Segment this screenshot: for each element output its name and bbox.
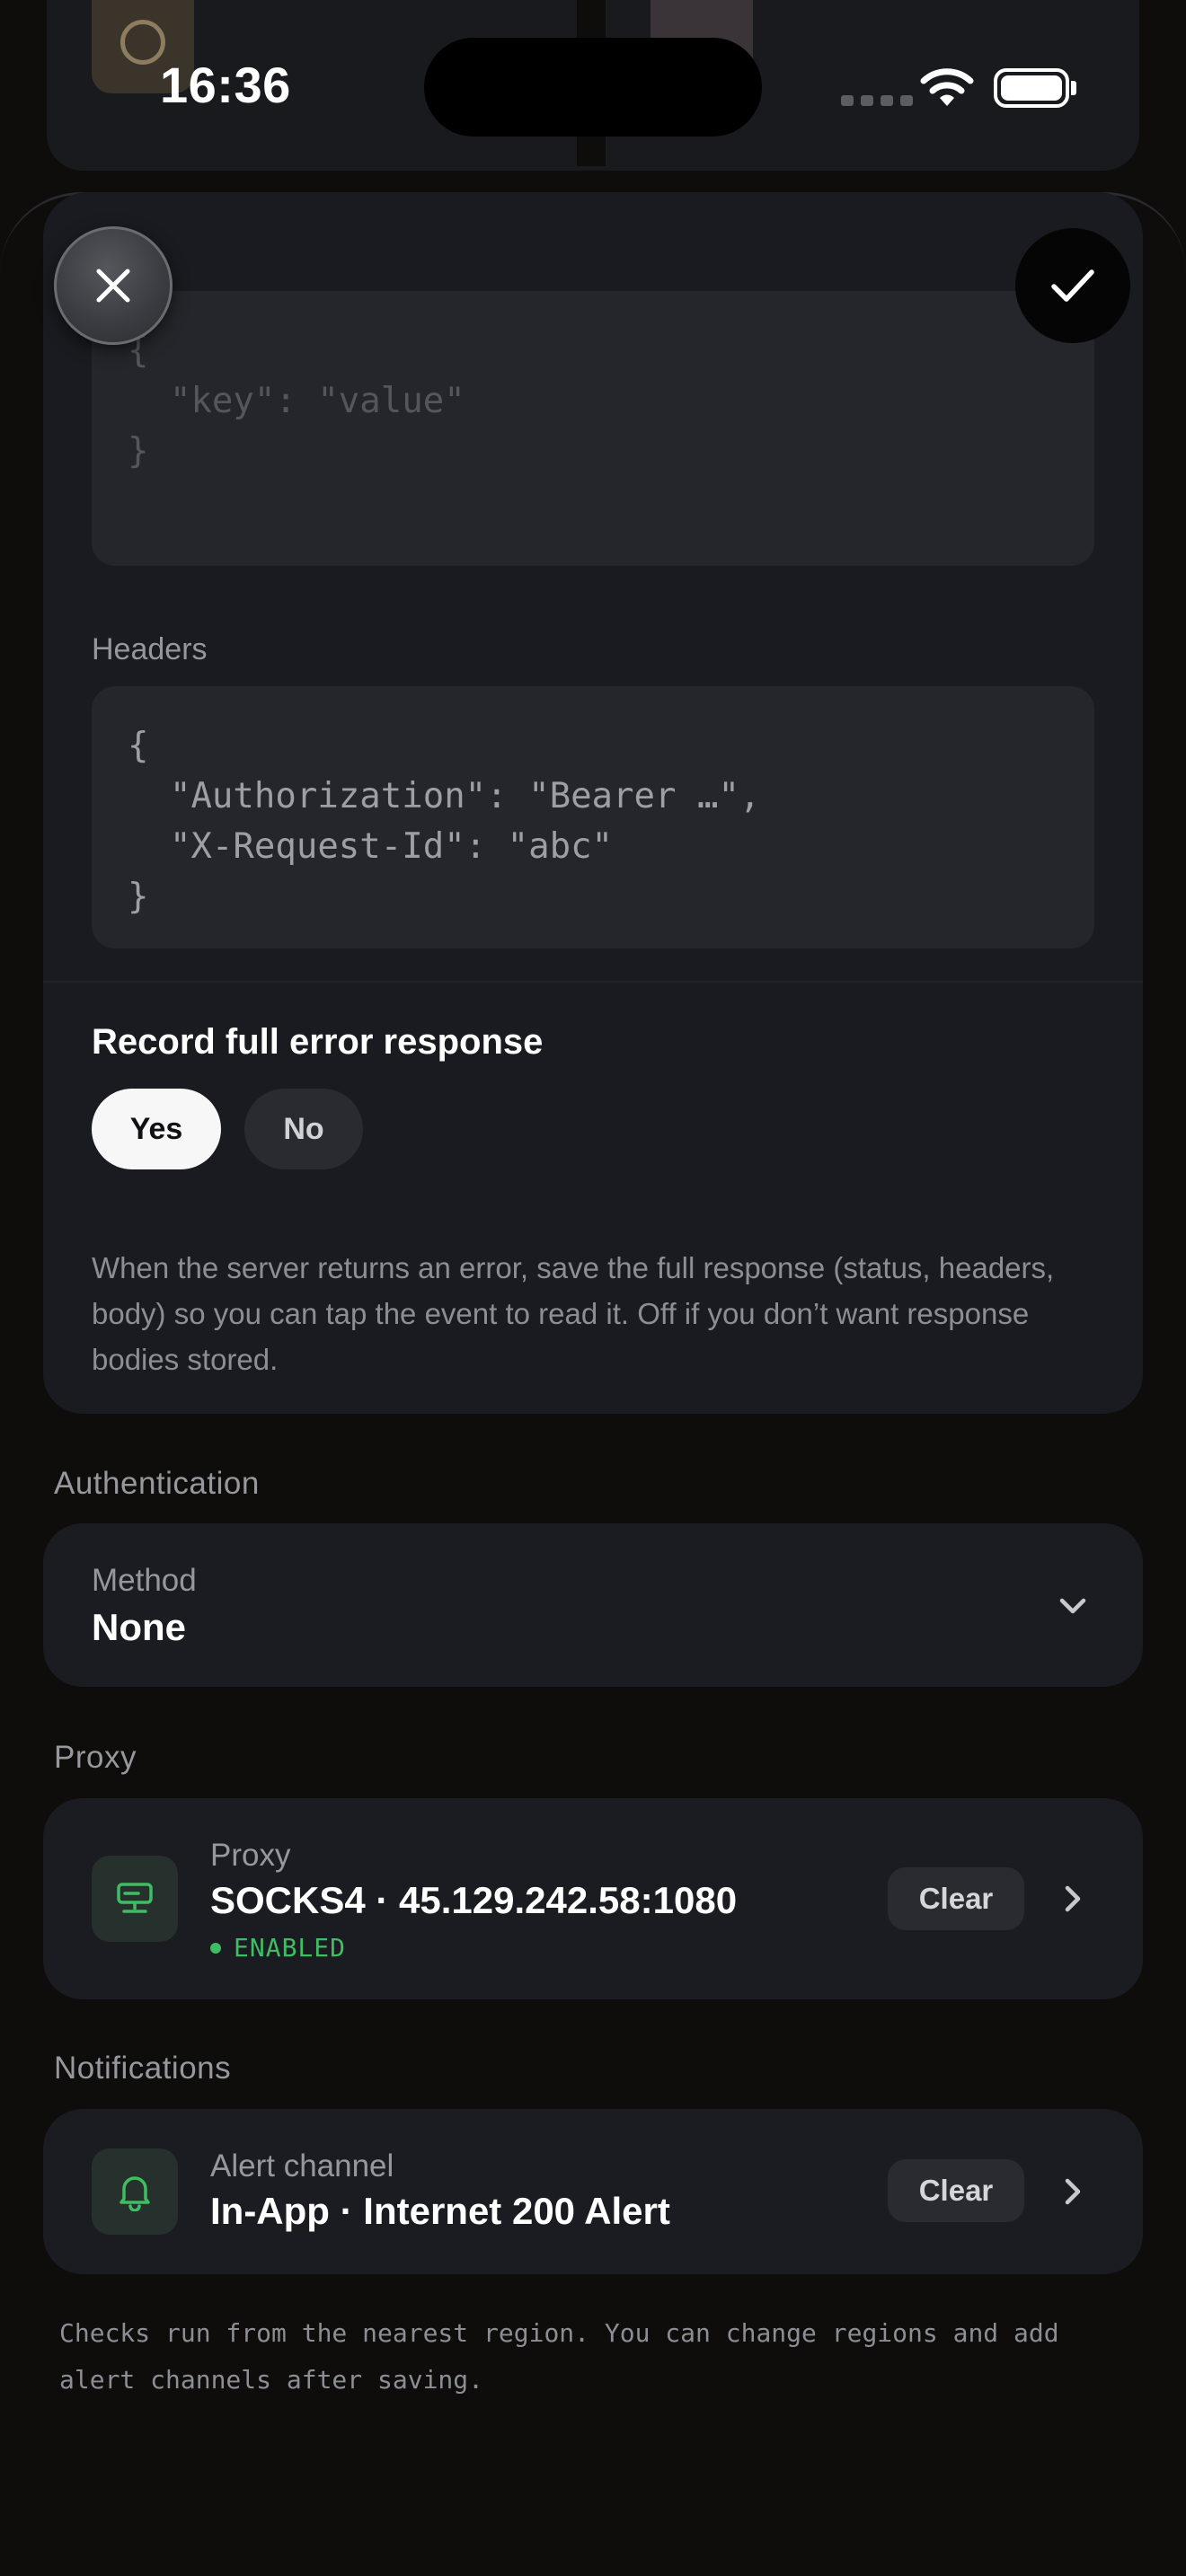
alert-clear-button[interactable]: Clear xyxy=(888,2159,1024,2222)
wifi-icon xyxy=(920,68,974,106)
notifications-header: Notifications xyxy=(54,2051,232,2086)
body-line: } xyxy=(128,431,149,472)
battery-icon xyxy=(994,68,1069,108)
chevron-right-icon xyxy=(1065,1885,1081,1912)
proxy-label: Proxy xyxy=(210,1838,291,1873)
screen: 16:36 { "key": "value" } Headers { "Auth… xyxy=(0,0,1186,2576)
headers-line: "X-Request-Id": "abc" xyxy=(128,826,614,867)
headers-line: "Authorization": "Bearer …", xyxy=(128,776,761,816)
chevron-right-icon xyxy=(1065,2178,1081,2205)
status-time: 16:36 xyxy=(160,57,291,113)
footer-note: Checks run from the nearest region. You … xyxy=(59,2318,1059,2395)
proxy-status: ENABLED xyxy=(210,1933,346,1963)
proxy-status-text: ENABLED xyxy=(234,1933,347,1963)
alert-channel-label: Alert channel xyxy=(210,2148,394,2183)
proxy-value: SOCKS4 · 45.129.242.58:1080 xyxy=(210,1879,738,1921)
confirm-button[interactable] xyxy=(1015,228,1130,343)
battery-tip xyxy=(1071,81,1076,95)
alert-channel-value: In-App · Internet 200 Alert xyxy=(210,2190,670,2232)
section-divider xyxy=(43,981,1143,983)
authentication-header: Authentication xyxy=(54,1466,260,1501)
proxy-icon-box xyxy=(92,1856,178,1942)
alert-icon-box xyxy=(92,2148,178,2235)
record-error-no-button[interactable]: No xyxy=(244,1089,363,1169)
close-button[interactable] xyxy=(54,226,173,345)
record-error-yes-button[interactable]: Yes xyxy=(92,1089,221,1169)
alert-channel-row[interactable]: Alert channel In-App · Internet 200 Aler… xyxy=(43,2109,1143,2274)
chevron-down-icon xyxy=(1059,1598,1086,1614)
proxy-clear-button[interactable]: Clear xyxy=(888,1867,1024,1930)
auth-method-select[interactable]: Method None xyxy=(43,1523,1143,1687)
proxy-header: Proxy xyxy=(54,1740,137,1775)
auth-method-label: Method xyxy=(92,1563,197,1598)
body-line: "key": "value" xyxy=(128,381,465,421)
bell-icon xyxy=(119,2176,150,2211)
record-error-title: Record full error response xyxy=(92,1022,544,1062)
dynamic-island xyxy=(424,38,762,137)
status-dot-icon xyxy=(210,1942,221,1954)
speedometer-icon xyxy=(120,20,165,65)
cellular-signal-icon xyxy=(841,95,913,106)
proxy-row[interactable]: Proxy SOCKS4 · 45.129.242.58:1080 ENABLE… xyxy=(43,1798,1143,1999)
headers-label: Headers xyxy=(92,632,208,666)
checkmark-icon xyxy=(1051,269,1094,302)
record-error-help: When the server returns an error, save t… xyxy=(92,1251,1055,1376)
server-icon xyxy=(117,1883,153,1913)
body-editor[interactable]: { "key": "value" } xyxy=(92,291,1094,566)
auth-method-value: None xyxy=(92,1606,186,1648)
headers-line: { xyxy=(128,726,149,766)
headers-line: } xyxy=(128,877,149,917)
headers-editor[interactable]: { "Authorization": "Bearer …", "X-Reques… xyxy=(92,686,1094,948)
close-icon xyxy=(96,269,130,303)
